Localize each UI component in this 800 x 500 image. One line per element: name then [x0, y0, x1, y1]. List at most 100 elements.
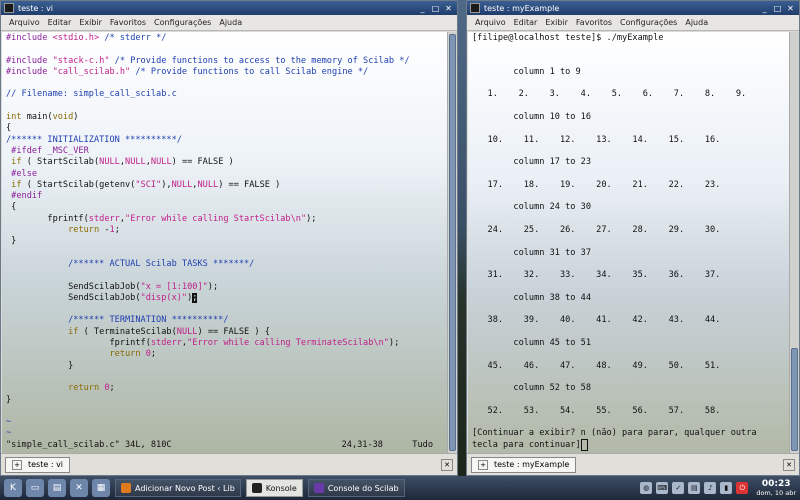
- menu-exibir[interactable]: Exibir: [545, 18, 568, 27]
- close-tab-icon[interactable]: ✕: [783, 458, 795, 471]
- clipboard-icon[interactable]: ▤: [688, 482, 701, 494]
- pager-icon[interactable]: ▦: [92, 479, 110, 497]
- close-icon[interactable]: ✕: [785, 3, 796, 14]
- maximize-icon[interactable]: □: [430, 3, 441, 14]
- code-token: ~: [6, 428, 12, 439]
- vi-status-line: "simple_call_scilab.c" 34L, 810C 24,31-38…: [6, 440, 443, 451]
- power-icon[interactable]: ⏻: [736, 482, 749, 494]
- task-scilab[interactable]: Console do Scilab: [307, 479, 405, 497]
- output-line: [Continuar a exibir? n (não) para parar,…: [472, 428, 757, 439]
- vertical-scrollbar[interactable]: [789, 32, 799, 453]
- output-terminal-window: teste : myExample _ □ ✕ Arquivo Editar E…: [466, 0, 800, 476]
- menu-editar[interactable]: Editar: [48, 18, 72, 27]
- task-label: Console do Scilab: [327, 483, 399, 493]
- close-icon[interactable]: ✕: [443, 3, 454, 14]
- code-line: /****** ACTUAL Scilab TASKS *******/: [6, 259, 443, 270]
- output-line: column 52 to 58: [472, 383, 591, 394]
- tab-vi[interactable]: + teste : vi: [5, 456, 71, 473]
- code-line: SendScilabJob("disp(x)");: [6, 292, 443, 304]
- terminal-cursor: [580, 438, 588, 451]
- update-icon[interactable]: ✓: [672, 482, 685, 494]
- minimize-icon[interactable]: _: [759, 3, 770, 14]
- kde-menu-icon[interactable]: K: [4, 479, 22, 497]
- text-cursor: ;: [192, 292, 198, 303]
- vertical-scrollbar[interactable]: [447, 32, 457, 453]
- tab-bar: + teste : vi ✕: [1, 453, 457, 475]
- close-tab-icon[interactable]: ✕: [441, 458, 453, 471]
- task-browser[interactable]: Adicionar Novo Post ‹ Lib: [115, 479, 241, 497]
- window-titlebar[interactable]: teste : myExample _ □ ✕: [467, 1, 799, 15]
- menu-ajuda[interactable]: Ajuda: [685, 18, 708, 27]
- menu-favoritos[interactable]: Favoritos: [110, 18, 146, 27]
- code-token: if: [6, 179, 22, 190]
- code-token: #include: [6, 33, 53, 43]
- vi-editor-content[interactable]: #include <stdio.h> /* stderr */ #include…: [2, 32, 447, 453]
- code-line: }: [6, 361, 443, 372]
- terminal-app-icon[interactable]: [470, 3, 480, 13]
- code-token: /* Provide functions to access to the me…: [109, 55, 410, 66]
- code-token: fprintf(: [6, 213, 89, 224]
- code-line: {: [6, 123, 443, 134]
- new-tab-icon[interactable]: +: [12, 459, 22, 470]
- code-token: NULL: [150, 157, 172, 168]
- code-token: main(: [21, 112, 53, 123]
- code-token: #include: [6, 66, 53, 77]
- output-line: 45. 46. 47. 48. 49. 50. 51.: [472, 360, 721, 371]
- menu-configuracoes[interactable]: Configurações: [620, 18, 677, 27]
- code-token: "stack-c.h": [52, 55, 110, 66]
- code-line: return 0;: [6, 349, 443, 360]
- task-konsole[interactable]: Konsole: [245, 479, 303, 497]
- scrollbar-thumb[interactable]: [449, 34, 456, 451]
- tab-myexample[interactable]: + teste : myExample: [471, 456, 577, 473]
- code-token: stderr: [150, 338, 182, 349]
- code-token: {: [6, 123, 12, 134]
- minimize-icon[interactable]: _: [417, 3, 428, 14]
- code-line: return 0;: [6, 383, 443, 394]
- code-token: );: [207, 281, 219, 292]
- code-line: fprintf(stderr,"Error while calling Term…: [6, 338, 443, 349]
- maximize-icon[interactable]: □: [772, 3, 783, 14]
- battery-icon[interactable]: ▮: [720, 482, 733, 494]
- network-icon[interactable]: ◍: [640, 482, 653, 494]
- keyboard-layout-icon[interactable]: ⌨: [656, 482, 669, 494]
- menu-configuracoes[interactable]: Configurações: [154, 18, 211, 27]
- code-token: <stdio.h>: [52, 33, 100, 43]
- code-token: ) == FALSE ): [171, 157, 234, 168]
- menu-favoritos[interactable]: Favoritos: [576, 18, 612, 27]
- task-label: Konsole: [265, 483, 297, 493]
- code-line: if ( StartScilab(NULL,NULL,NULL) == FALS…: [6, 157, 443, 168]
- code-token: ;: [109, 383, 115, 394]
- code-token: return: [109, 349, 141, 360]
- menu-ajuda[interactable]: Ajuda: [219, 18, 242, 27]
- code-token: {: [6, 202, 17, 213]
- volume-icon[interactable]: ♪: [704, 482, 717, 494]
- tools-icon[interactable]: ✕: [70, 479, 88, 497]
- code-token: "disp(x)": [140, 292, 188, 303]
- code-token: /****** INITIALIZATION **********/: [6, 134, 182, 145]
- code-line: fprintf(stderr,"Error while calling Star…: [6, 214, 443, 225]
- menu-arquivo[interactable]: Arquivo: [475, 18, 506, 27]
- new-tab-icon[interactable]: +: [478, 459, 488, 470]
- output-line: 52. 53. 54. 55. 56. 57. 58.: [472, 405, 721, 416]
- file-manager-icon[interactable]: ▤: [48, 479, 66, 497]
- terminal-output[interactable]: [filipe@localhost teste]$ ./myExample co…: [468, 32, 789, 453]
- desktop-icon[interactable]: ▭: [26, 479, 44, 497]
- window-titlebar[interactable]: teste : vi _ □ ✕: [1, 1, 457, 15]
- terminal-app-icon[interactable]: [4, 3, 14, 13]
- output-line: 10. 11. 12. 13. 14. 15. 16.: [472, 134, 721, 145]
- menu-exibir[interactable]: Exibir: [79, 18, 102, 27]
- clock[interactable]: 00:23 dom, 10 abr: [756, 479, 796, 497]
- menu-arquivo[interactable]: Arquivo: [9, 18, 40, 27]
- scrollbar-thumb[interactable]: [791, 348, 798, 451]
- system-tray: ◍ ⌨ ✓ ▤ ♪ ▮ ⏻ 00:23 dom, 10 abr: [636, 479, 800, 497]
- output-line: column 1 to 9: [472, 66, 581, 77]
- menu-editar[interactable]: Editar: [514, 18, 538, 27]
